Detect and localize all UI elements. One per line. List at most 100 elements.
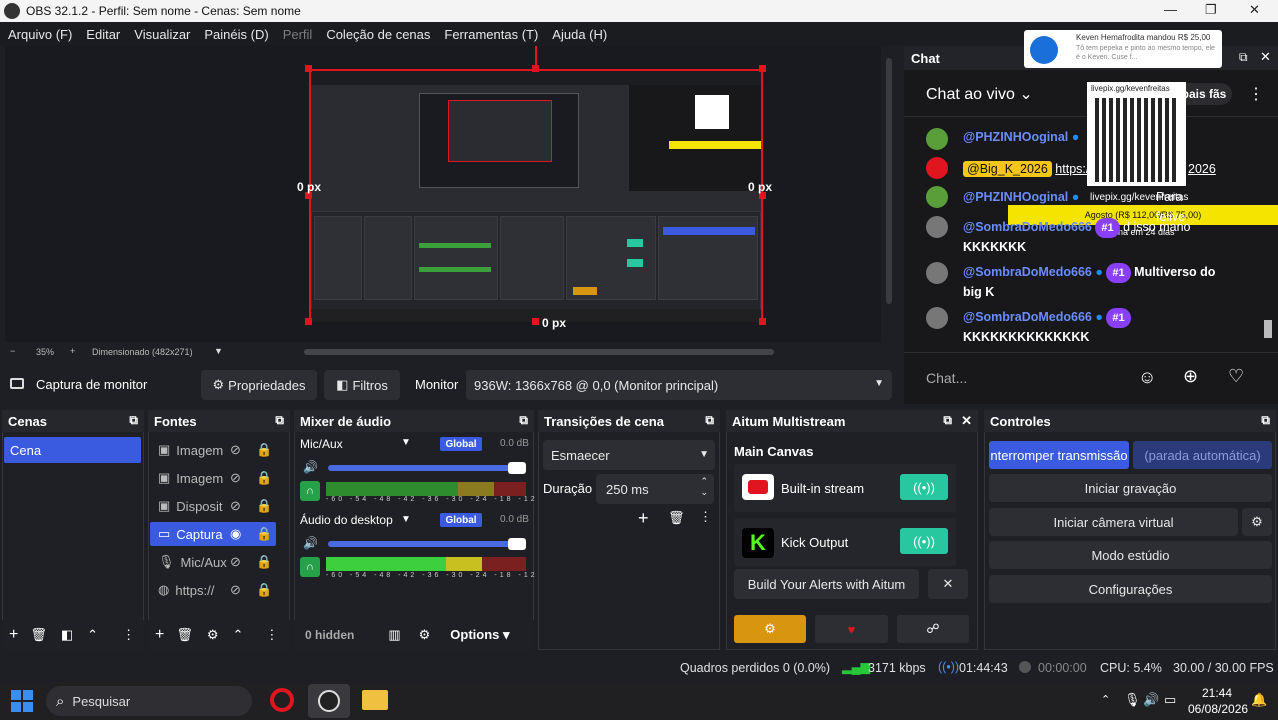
chevron-down-icon[interactable]: ▼: [401, 514, 411, 525]
menu-view[interactable]: Visualizar: [134, 27, 190, 42]
chat-username[interactable]: @SombraDoMedo666: [963, 220, 1092, 234]
minimize-button[interactable]: —: [1164, 2, 1177, 17]
more-options-icon[interactable]: ⋮: [1248, 84, 1264, 104]
broadcast-icon[interactable]: ((•)): [900, 474, 948, 500]
settings-button[interactable]: Configurações: [989, 575, 1272, 603]
undock-icon[interactable]: ⧉: [705, 413, 714, 428]
source-item[interactable]: 🎙 Mic/Aux ⊘ 🔒: [150, 550, 278, 574]
volume-slider-handle[interactable]: [508, 462, 526, 474]
taskbar-obs-active[interactable]: [308, 684, 350, 718]
volume-icon[interactable]: 🔊: [1143, 692, 1159, 708]
stop-streaming-button[interactable]: nterromper transmissão: [989, 441, 1129, 469]
chat-link-end[interactable]: 2026: [1188, 159, 1216, 179]
undock-icon[interactable]: ⧉: [1261, 413, 1270, 428]
properties-button[interactable]: ⚙ Propriedades: [201, 370, 317, 400]
resize-handle[interactable]: [759, 318, 766, 325]
add-icon[interactable]: +: [9, 626, 18, 644]
opera-icon[interactable]: [270, 688, 294, 712]
undock-icon[interactable]: ⧉: [1239, 50, 1248, 65]
discord-icon[interactable]: ☍: [897, 615, 969, 643]
add-icon[interactable]: +: [155, 626, 164, 644]
network-icon[interactable]: ▭: [1164, 692, 1176, 708]
source-item[interactable]: ▣ Disposit ⊘ 🔒: [150, 494, 278, 518]
headphones-icon[interactable]: ∩: [300, 481, 320, 501]
chat-username[interactable]: @SombraDoMedo666: [963, 310, 1092, 324]
chevron-up-icon[interactable]: ⌃: [1101, 693, 1110, 706]
preview-horizontal-scrollbar[interactable]: [304, 349, 774, 355]
menu-profile[interactable]: Perfil: [283, 27, 313, 42]
menu-file[interactable]: Arquivo (F): [8, 27, 72, 42]
resize-handle[interactable]: [759, 65, 766, 72]
options-button[interactable]: Options ▾: [450, 627, 509, 643]
add-icon[interactable]: ⊕: [1183, 366, 1198, 387]
chat-link[interactable]: https://: [1055, 162, 1093, 176]
lock-icon[interactable]: 🔒: [256, 582, 272, 598]
eye-hidden-icon[interactable]: ⊘: [230, 582, 241, 598]
source-item[interactable]: ▣ Imagem ⊘ 🔒: [150, 466, 278, 490]
scene-item[interactable]: Cena: [4, 437, 141, 463]
advanced-audio-icon[interactable]: ⚙: [419, 627, 431, 643]
source-item-selected[interactable]: ▭ Captura ◉ 🔒: [150, 522, 276, 546]
studio-mode-button[interactable]: Modo estúdio: [989, 541, 1272, 569]
clock-date[interactable]: 06/08/2026: [1188, 702, 1248, 716]
volume-slider[interactable]: [328, 465, 520, 471]
eye-hidden-icon[interactable]: ⊘: [230, 498, 241, 514]
trash-icon[interactable]: 🗑: [668, 510, 685, 526]
transition-select[interactable]: Esmaecer ▼: [543, 440, 715, 470]
windows-start-icon[interactable]: [11, 690, 33, 712]
menu-edit[interactable]: Editar: [86, 27, 120, 42]
microphone-icon[interactable]: 🎙: [1124, 692, 1141, 708]
filters-button[interactable]: ◧ Filtros: [324, 370, 400, 400]
undock-icon[interactable]: ⧉: [943, 413, 952, 428]
maximize-button[interactable]: ❐: [1205, 2, 1217, 18]
close-button[interactable]: ✕: [1249, 2, 1260, 18]
more-icon[interactable]: ⋮: [122, 627, 135, 643]
preview-vertical-scrollbar[interactable]: [886, 58, 892, 304]
resize-handle[interactable]: [305, 318, 312, 325]
volume-slider-handle[interactable]: [508, 538, 526, 550]
resize-handle[interactable]: [532, 318, 539, 325]
eye-icon[interactable]: ◉: [230, 526, 241, 542]
close-icon[interactable]: ✕: [928, 569, 968, 599]
add-icon[interactable]: +: [638, 508, 649, 529]
close-icon[interactable]: ✕: [1260, 49, 1271, 65]
start-recording-button[interactable]: Iniciar gravação: [989, 474, 1272, 502]
bus-badge[interactable]: Global: [440, 513, 482, 527]
undock-icon[interactable]: ⧉: [129, 413, 138, 428]
bus-badge[interactable]: Global: [440, 437, 482, 451]
broadcast-icon[interactable]: ((•)): [900, 528, 948, 554]
eye-hidden-icon[interactable]: ⊘: [230, 554, 241, 570]
headphones-icon[interactable]: ∩: [300, 557, 320, 577]
folder-icon[interactable]: [362, 690, 388, 710]
more-icon[interactable]: ⋮: [265, 627, 278, 643]
menu-scene-collection[interactable]: Coleção de cenas: [326, 27, 430, 42]
undock-icon[interactable]: ⧉: [275, 413, 284, 428]
notification-icon[interactable]: 🔔: [1251, 692, 1267, 708]
filter-icon[interactable]: ◧: [61, 627, 73, 643]
menu-help[interactable]: Ajuda (H): [552, 27, 607, 42]
chat-username[interactable]: @PHZINHOoginal: [963, 130, 1068, 144]
spin-arrows-icon[interactable]: ⌃ ⌄: [700, 476, 708, 498]
trash-icon[interactable]: 🗑: [30, 627, 47, 643]
zoom-out-button[interactable]: −: [10, 346, 15, 356]
eye-hidden-icon[interactable]: ⊘: [230, 442, 241, 458]
start-virtual-camera-button[interactable]: Iniciar câmera virtual: [989, 508, 1238, 536]
resize-handle[interactable]: [305, 65, 312, 72]
monitor-capture-source[interactable]: [309, 69, 763, 322]
chevron-up-icon[interactable]: ⌃: [87, 627, 98, 643]
chat-scrollbar[interactable]: [1264, 320, 1272, 338]
chevron-down-icon[interactable]: ▼: [401, 437, 411, 448]
volume-slider[interactable]: [328, 541, 520, 547]
speaker-icon[interactable]: 🔊: [303, 460, 318, 474]
chat-username[interactable]: @SombraDoMedo666: [963, 265, 1092, 279]
chat-username-highlight[interactable]: @Big_K_2026: [963, 161, 1052, 177]
undock-icon[interactable]: ⧉: [519, 413, 528, 428]
menu-tools[interactable]: Ferramentas (T): [444, 27, 538, 42]
chat-input[interactable]: Chat...: [926, 370, 1126, 394]
menu-docks[interactable]: Painéis (D): [204, 27, 268, 42]
lock-icon[interactable]: 🔒: [256, 554, 272, 570]
layout-icon[interactable]: ▥: [388, 627, 400, 643]
duration-spinbox[interactable]: 250 ms ⌃ ⌄: [596, 474, 714, 504]
eye-hidden-icon[interactable]: ⊘: [230, 470, 241, 486]
chevron-up-icon[interactable]: ⌃: [233, 627, 244, 643]
